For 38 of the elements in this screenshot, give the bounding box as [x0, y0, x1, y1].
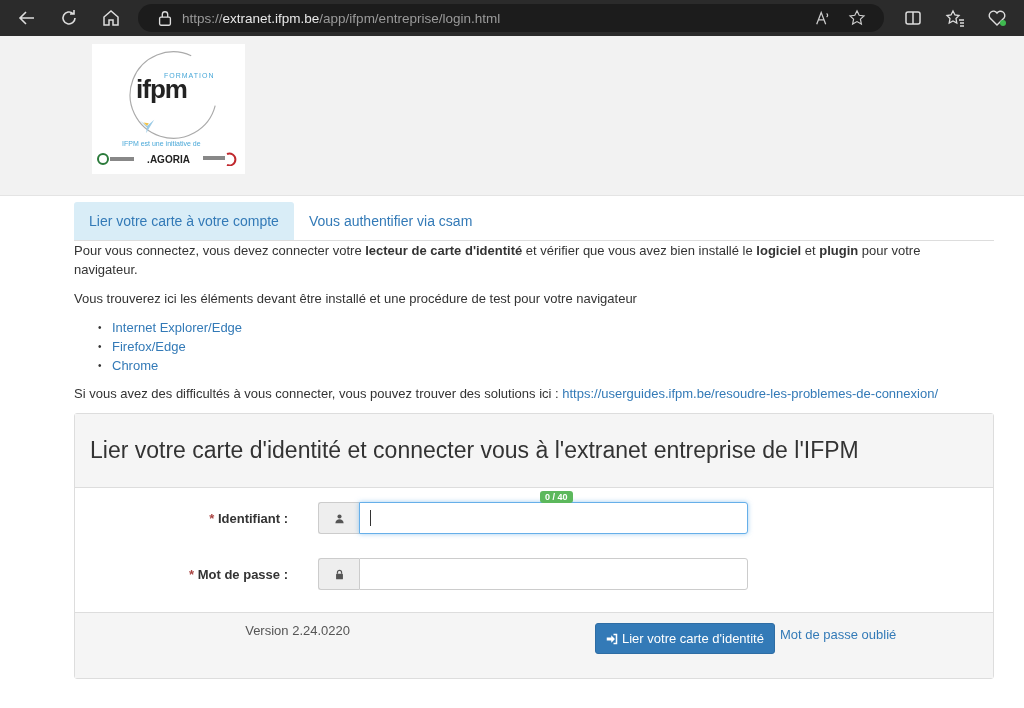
favorites-icon[interactable] — [945, 8, 965, 28]
text-cursor — [370, 510, 371, 526]
help-link[interactable]: https://userguides.ifpm.be/resoudre-les-problemes-de-connexion/ — [562, 386, 938, 401]
bullet: • — [98, 321, 103, 335]
partner-logo-icon — [96, 152, 136, 166]
link-card-button[interactable]: Lier votre carte d'identité — [595, 623, 775, 654]
tab[interactable]: Vous authentifier via csam — [293, 202, 488, 240]
tab[interactable]: Lier votre carte à votre compte — [74, 202, 294, 240]
field-label: Identifiant : — [217, 510, 288, 526]
sign-in-icon — [606, 632, 618, 645]
required-mark: * — [209, 510, 215, 526]
address-bar[interactable]: https://extranet.ifpm.be/app/ifpm/entreprise/login.html — [138, 4, 884, 32]
version-text: Version 2.24.0220 — [244, 623, 350, 640]
heart-icon[interactable] — [987, 8, 1007, 28]
refresh-icon[interactable] — [59, 8, 79, 28]
bullet: • — [98, 359, 103, 373]
partner-logo: .AGORIA — [147, 153, 190, 165]
browser-link[interactable]: Firefox/Edge — [112, 337, 186, 356]
home-icon[interactable] — [101, 8, 121, 28]
lock-icon[interactable] — [156, 9, 174, 27]
help-text: Si vous avez des difficultés à vous connecter, vous pouvez trouver des solutions ici : — [74, 386, 559, 401]
split-screen-icon[interactable] — [903, 8, 923, 28]
star-icon[interactable] — [848, 9, 866, 27]
forgot-password-link[interactable]: Mot de passe oublié — [779, 627, 897, 642]
install-paragraph: Vous trouverez ici les éléments devant être installé et une procédure de test pour votre navigateur — [74, 290, 638, 308]
password-field[interactable] — [359, 558, 748, 590]
panel-title: Lier votre carte d'identité et connecter vous à l'extranet entreprise de l'IFPM — [90, 437, 859, 464]
browser-link[interactable]: Internet Explorer/Edge — [112, 318, 243, 337]
character-counter: 0 / 40 — [540, 491, 573, 503]
user-icon — [333, 512, 345, 524]
intro-paragraph: Pour vous connectez, vous devez connecter votre lecteur de carte d'identité et vérifier que vous avez bien installé le logiciel et plugin pour votre navigateur. — [74, 242, 922, 279]
required-mark: * — [189, 566, 195, 582]
lock-icon — [333, 568, 345, 580]
username-field[interactable] — [359, 502, 748, 534]
url-text: https://extranet.ifpm.be/app/ifpm/entreprise/login.html — [182, 10, 501, 26]
field-label: Mot de passe : — [197, 566, 288, 582]
browser-link[interactable]: Chrome — [112, 356, 159, 375]
bullet: • — [98, 340, 103, 354]
